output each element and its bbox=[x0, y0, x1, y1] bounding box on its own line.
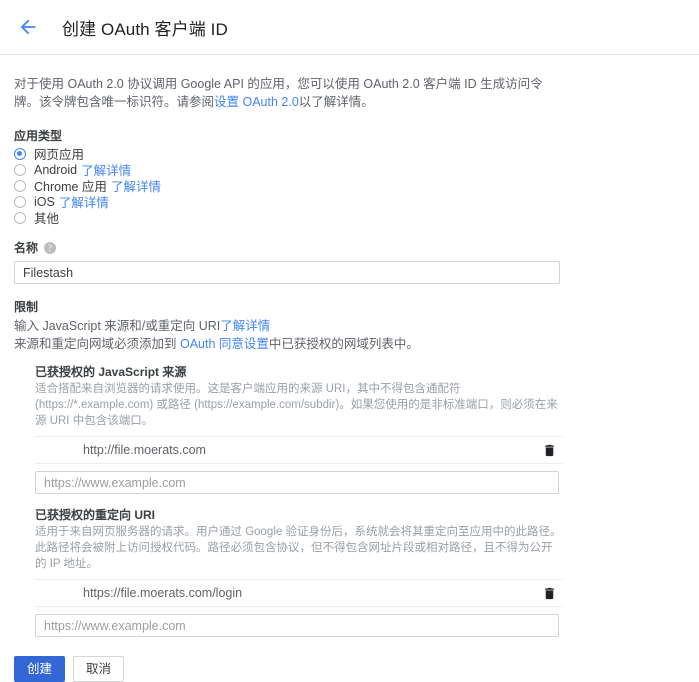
page-content: 对于使用 OAuth 2.0 协议调用 Google API 的应用，您可以使用… bbox=[0, 55, 699, 682]
restrictions-block: 限制 输入 JavaScript 来源和/或重定向 URI了解详情 来源和重定向… bbox=[14, 298, 685, 353]
redirect-uri-row: https://file.moerats.com/login bbox=[35, 579, 563, 607]
javascript-origin-value: http://file.moerats.com bbox=[83, 443, 206, 457]
restrictions-line-1: 输入 JavaScript 来源和/或重定向 URI了解详情 bbox=[14, 317, 685, 335]
restrictions-learn-more-link[interactable]: 了解详情 bbox=[220, 319, 270, 333]
oauth-consent-settings-link[interactable]: OAuth 同意设置 bbox=[180, 337, 269, 351]
create-button[interactable]: 创建 bbox=[14, 656, 66, 682]
back-arrow-icon[interactable] bbox=[14, 13, 42, 41]
javascript-origins-description: 适合搭配来自浏览器的请求使用。这是客户端应用的来源 URI，其中不得包含通配符 … bbox=[35, 383, 558, 427]
radio-option-other[interactable]: 其他 bbox=[14, 210, 685, 226]
radio-label: Android bbox=[34, 162, 78, 177]
application-type-label: 应用类型 bbox=[14, 129, 63, 143]
redirect-uris-title: 已获授权的重定向 URI bbox=[35, 508, 156, 522]
radio-option-android[interactable]: Android 了解详情 bbox=[14, 162, 685, 178]
radio-mark-icon bbox=[14, 195, 26, 208]
restrictions-label: 限制 bbox=[14, 300, 39, 314]
page-header: 创建 OAuth 客户端 ID bbox=[0, 0, 699, 55]
application-type-group: 应用类型 网页应用 Android 了解详情 Chrome 应用 了解详情 iO… bbox=[14, 127, 685, 226]
radio-mark-icon bbox=[14, 163, 26, 176]
chrome-learn-more-link[interactable]: 了解详情 bbox=[111, 180, 161, 194]
page-title: 创建 OAuth 客户端 ID bbox=[62, 19, 228, 39]
javascript-origins-section: 已获授权的 JavaScript 来源 适合搭配来自浏览器的请求使用。这是客户端… bbox=[35, 363, 685, 494]
restrictions-line-2: 来源和重定向网域必须添加到 OAuth 同意设置中已获授权的网域列表中。 bbox=[14, 335, 685, 353]
radio-option-chrome-app[interactable]: Chrome 应用 了解详情 bbox=[14, 178, 685, 194]
radio-label: 其他 bbox=[34, 212, 60, 226]
trash-icon[interactable] bbox=[537, 438, 561, 462]
redirect-uri-value: https://file.moerats.com/login bbox=[83, 586, 243, 600]
restrictions-line1-text: 输入 JavaScript 来源和/或重定向 URI bbox=[14, 319, 221, 333]
name-field-head: 名称 ? bbox=[14, 239, 685, 256]
javascript-origin-new-entry-wrap bbox=[35, 464, 563, 494]
name-field-label: 名称 bbox=[14, 241, 39, 255]
javascript-origins-title: 已获授权的 JavaScript 来源 bbox=[35, 365, 187, 379]
cancel-button[interactable]: 取消 bbox=[73, 656, 125, 682]
name-input[interactable] bbox=[14, 261, 560, 284]
intro-paragraph: 对于使用 OAuth 2.0 协议调用 Google API 的应用，您可以使用… bbox=[14, 75, 562, 111]
radio-mark-icon bbox=[14, 179, 26, 192]
redirect-uri-new-entry-wrap bbox=[35, 607, 563, 637]
radio-label: iOS bbox=[34, 194, 55, 209]
form-actions: 创建 取消 bbox=[14, 656, 685, 682]
intro-text-after: 以了解详情。 bbox=[298, 95, 374, 109]
name-field-block: 名称 ? bbox=[14, 239, 685, 284]
javascript-origin-row: http://file.moerats.com bbox=[35, 436, 563, 464]
restrictions-line2-after: 中已获授权的网域列表中。 bbox=[268, 337, 419, 351]
oauth-setup-link[interactable]: 设置 OAuth 2.0 bbox=[214, 95, 299, 109]
radio-mark-icon bbox=[14, 211, 26, 224]
javascript-origin-input[interactable] bbox=[35, 471, 559, 494]
ios-learn-more-link[interactable]: 了解详情 bbox=[59, 196, 109, 210]
redirect-uris-section: 已获授权的重定向 URI 适用于来自网页服务器的请求。用户通过 Google 验… bbox=[35, 506, 685, 637]
radio-mark-icon bbox=[14, 147, 26, 160]
radio-option-ios[interactable]: iOS 了解详情 bbox=[14, 194, 685, 210]
help-circle-icon[interactable]: ? bbox=[44, 241, 57, 254]
redirect-uris-description: 适用于来自网页服务器的请求。用户通过 Google 验证身份后，系统就会将其重定… bbox=[35, 526, 562, 570]
redirect-uri-input[interactable] bbox=[35, 614, 559, 637]
javascript-origins-list: http://file.moerats.com bbox=[35, 436, 563, 494]
restrictions-line2-before: 来源和重定向网域必须添加到 bbox=[14, 337, 177, 351]
trash-icon[interactable] bbox=[537, 581, 561, 605]
radio-option-web-application[interactable]: 网页应用 bbox=[14, 146, 685, 162]
redirect-uris-list: https://file.moerats.com/login bbox=[35, 579, 563, 637]
